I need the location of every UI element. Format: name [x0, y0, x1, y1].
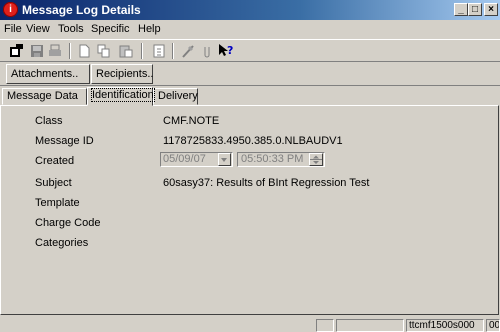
- charge-code-label: Charge Code: [35, 217, 101, 229]
- subject-label: Subject: [35, 177, 72, 189]
- toolbar: ?: [0, 39, 500, 62]
- subject-value: 60sasy37: Results of BInt Regression Tes…: [163, 177, 370, 189]
- properties-icon[interactable]: [8, 43, 24, 59]
- class-label: Class: [35, 115, 63, 127]
- class-value: CMF.NOTE: [163, 115, 220, 127]
- copy-icon[interactable]: [96, 43, 112, 59]
- message-id-value: 1178725833.4950.385.0.NLBAUDV1: [163, 135, 343, 147]
- close-button[interactable]: ×: [484, 3, 498, 16]
- status-code: 000: [486, 319, 500, 332]
- tab-strip: Message Data Identification Delivery: [0, 87, 500, 106]
- svg-text:?: ?: [227, 44, 233, 57]
- status-bar: ttcmf1500s000 000: [0, 318, 500, 332]
- spinner-arrows-icon: [310, 155, 322, 164]
- menu-bar: File View Tools Specific Help: [0, 20, 500, 38]
- minimize-button[interactable]: _: [454, 3, 468, 16]
- tab-identification[interactable]: Identification: [87, 87, 155, 106]
- chevron-down-icon[interactable]: [218, 153, 231, 166]
- quill-icon[interactable]: [180, 43, 196, 59]
- status-panel: [336, 319, 404, 332]
- new-icon[interactable]: [76, 43, 92, 59]
- toolbar-separator: [69, 43, 71, 59]
- recipients-button[interactable]: Recipients..: [91, 64, 153, 84]
- toolbar-separator: [141, 43, 143, 59]
- created-label: Created: [35, 155, 75, 167]
- toolbar-separator: [172, 43, 174, 59]
- attachments-button[interactable]: Attachments..: [6, 64, 90, 84]
- help-pointer-icon[interactable]: ?: [217, 43, 233, 59]
- print-icon[interactable]: [47, 43, 63, 59]
- paste-icon[interactable]: [118, 43, 134, 59]
- menu-help[interactable]: Help: [138, 23, 161, 35]
- menu-view[interactable]: View: [26, 23, 50, 35]
- tab-delivery[interactable]: Delivery: [153, 88, 198, 105]
- menu-file[interactable]: File: [4, 23, 22, 35]
- status-panel: [316, 319, 334, 332]
- categories-label: Categories: [35, 237, 89, 249]
- attach-icon[interactable]: [199, 43, 215, 59]
- maximize-button[interactable]: □: [468, 3, 482, 16]
- action-bar: Attachments.. Recipients..: [0, 63, 500, 86]
- tab-message-data[interactable]: Message Data: [2, 88, 87, 105]
- menu-specific[interactable]: Specific: [91, 23, 130, 35]
- calc-icon[interactable]: [151, 43, 167, 59]
- time-spinner[interactable]: [309, 153, 323, 166]
- window-title: Message Log Details: [22, 3, 141, 17]
- app-icon[interactable]: i: [3, 2, 18, 17]
- save-icon[interactable]: [29, 43, 45, 59]
- message-id-label: Message ID: [35, 135, 94, 147]
- menu-tools[interactable]: Tools: [58, 23, 84, 35]
- status-session: ttcmf1500s000: [406, 319, 484, 332]
- template-label: Template: [35, 197, 80, 209]
- title-bar: i Message Log Details _ □ ×: [0, 0, 500, 20]
